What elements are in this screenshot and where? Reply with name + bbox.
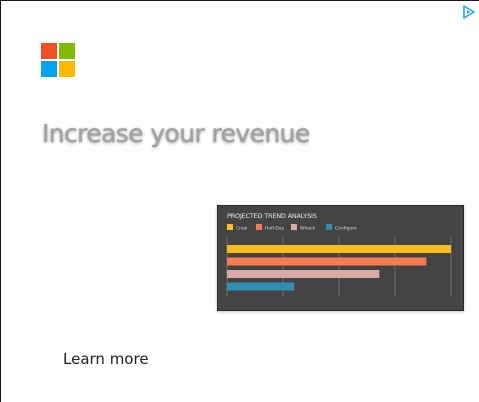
chart-legend: Crew Half-Day Whack Configure [227,224,357,232]
chart-card: PROJECTED TREND ANALYSIS Crew Half-Day Wha… [217,205,464,311]
legend-swatch-2 [291,224,297,230]
ad-banner[interactable]: Increase your revenue PROJECTED TREND AN… [0,0,479,402]
logo-square-blue [41,61,57,77]
logo-square-green [59,43,75,59]
legend-swatch-1 [256,224,262,230]
legend-swatch-0 [227,224,233,230]
chart-title: PROJECTED TREND ANALYSIS [227,212,317,220]
ad-headline: Increase your revenue [42,119,310,148]
projected-trend-chart: PROJECTED TREND ANALYSIS Crew Half-Day Wha… [226,212,452,296]
bar-whack [227,270,380,278]
legend-label-1: Half-Day [265,226,285,232]
bar-half-day [227,257,427,266]
microsoft-logo-icon [41,43,75,77]
legend-label-2: Whack [300,226,316,232]
legend-label-3: Configure [335,226,357,232]
logo-square-red [41,43,57,59]
logo-square-yellow [59,61,75,77]
legend-swatch-3 [326,224,332,230]
legend-label-0: Crew [236,226,248,232]
bar-crew [227,245,451,253]
adchoices-icon[interactable] [462,5,476,19]
learn-more-link[interactable]: Learn more [63,350,149,368]
bar-configure [227,282,295,291]
